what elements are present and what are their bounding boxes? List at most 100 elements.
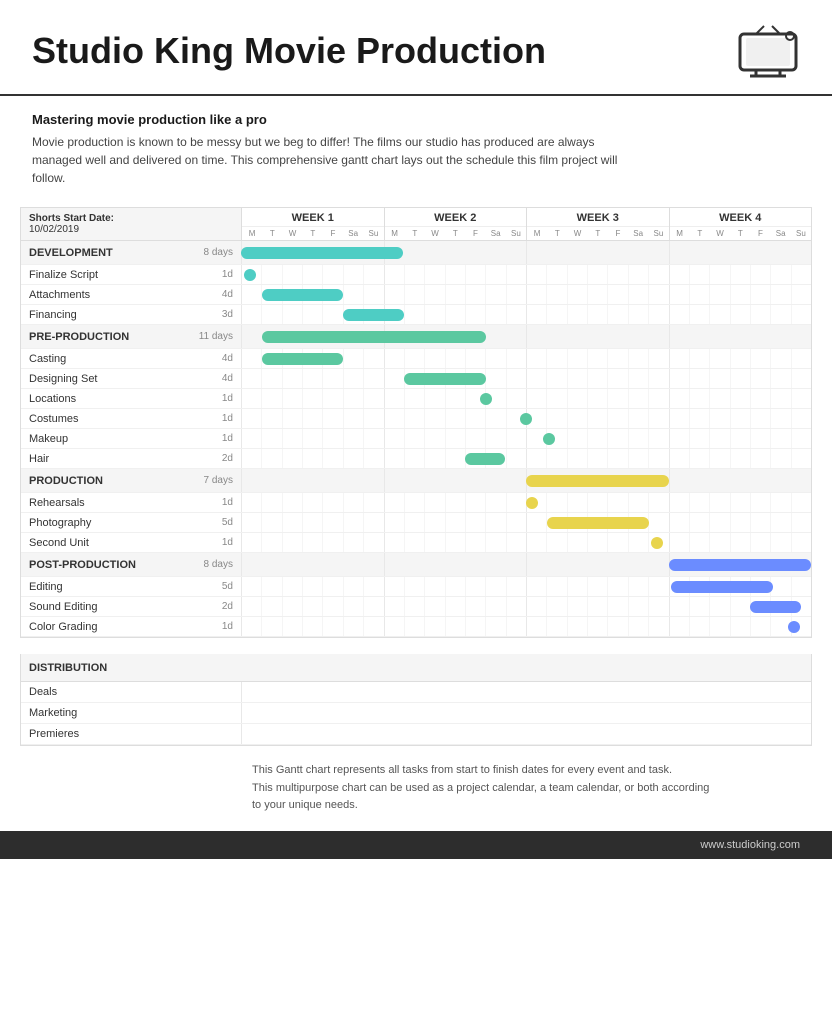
dot-rehearsals (526, 497, 538, 509)
task-financing: Financing 3d (21, 305, 811, 325)
dist-premieres-label: Premieres (21, 726, 241, 742)
designing-set-duration: 4d (222, 373, 233, 384)
bar-casting (262, 353, 344, 365)
attachments-duration: 4d (222, 289, 233, 300)
task-second-unit: Second Unit 1d (21, 533, 811, 553)
days-row-1: M T W T F Sa Su (242, 227, 384, 240)
photography-text: Photography (29, 517, 91, 529)
photography-chart (241, 513, 811, 532)
bottom-bar: www.studioking.com (0, 831, 832, 859)
financing-chart (241, 305, 811, 324)
financing-text: Financing (29, 309, 77, 321)
editing-text: Editing (29, 581, 63, 593)
attachments-text: Attachments (29, 289, 90, 301)
day-w1: W (282, 229, 302, 238)
task-attachments: Attachments 4d (21, 285, 811, 305)
dist-task-premieres: Premieres (21, 724, 811, 745)
section-pre-production: PRE-PRODUCTION 11 days (21, 325, 811, 349)
task-editing-label: Editing 5d (21, 577, 241, 596)
section-post-production-label: POST-PRODUCTION 8 days (21, 553, 241, 576)
dist-premieres-chart (241, 724, 811, 744)
task-hair: Hair 2d (21, 449, 811, 469)
week-label-1: WEEK 1 (242, 208, 384, 227)
section-development-duration: 8 days (204, 247, 233, 258)
week-block-1: WEEK 1 M T W T F Sa Su (241, 208, 384, 240)
production-duration: 7 days (204, 475, 233, 486)
production-chart (241, 469, 811, 492)
task-attachments-label: Attachments 4d (21, 285, 241, 304)
task-rehearsals-label: Rehearsals 1d (21, 493, 241, 512)
hair-chart (241, 449, 811, 468)
rehearsals-duration: 1d (222, 497, 233, 508)
day-t1: T (262, 229, 282, 238)
bar-attachments (262, 289, 344, 301)
weeks-area: WEEK 1 M T W T F Sa Su WEEK 2 M (241, 208, 811, 240)
designing-set-text: Designing Set (29, 373, 98, 385)
subtitle-section: Mastering movie production like a pro Mo… (0, 96, 832, 199)
post-production-duration: 8 days (204, 559, 233, 570)
attachments-chart (241, 285, 811, 304)
section-development: DEVELOPMENT 8 days (21, 241, 811, 265)
day-th1: T (303, 229, 323, 238)
dot-makeup (543, 433, 555, 445)
page-wrapper: Studio King Movie Production Mastering m… (0, 0, 832, 859)
financing-duration: 3d (222, 309, 233, 320)
bar-production (526, 475, 669, 487)
distribution-label: DISTRIBUTION (21, 658, 241, 678)
bar-sound-editing (750, 601, 801, 613)
color-grading-text: Color Grading (29, 621, 97, 633)
bar-editing (671, 581, 773, 593)
photography-duration: 5d (222, 517, 233, 528)
dist-task-marketing: Marketing (21, 703, 811, 724)
header-label-col: Shorts Start Date: 10/02/2019 (21, 208, 241, 240)
finalize-script-duration: 1d (222, 269, 233, 280)
locations-duration: 1d (222, 393, 233, 404)
header: Studio King Movie Production (0, 0, 832, 96)
task-hair-label: Hair 2d (21, 449, 241, 468)
bar-post-production (669, 559, 812, 571)
task-photography-label: Photography 5d (21, 513, 241, 532)
task-color-grading-label: Color Grading 1d (21, 617, 241, 636)
post-production-chart (241, 553, 811, 576)
start-date-value: 10/02/2019 (29, 224, 233, 235)
casting-duration: 4d (222, 353, 233, 364)
dot-second-unit (651, 537, 663, 549)
week-label-3: WEEK 3 (527, 208, 669, 227)
second-unit-duration: 1d (222, 537, 233, 548)
costumes-chart (241, 409, 811, 428)
task-casting-label: Casting 4d (21, 349, 241, 368)
task-costumes-label: Costumes 1d (21, 409, 241, 428)
bar-financing (343, 309, 404, 321)
second-unit-chart (241, 533, 811, 552)
task-second-unit-label: Second Unit 1d (21, 533, 241, 552)
sound-editing-chart (241, 597, 811, 616)
bar-hair (465, 453, 505, 465)
days-row-4: M T W T F Sa Su (670, 227, 812, 240)
week-block-3: WEEK 3 M T W T F Sa Su (526, 208, 669, 240)
section-development-chart (241, 241, 811, 264)
section-post-production: POST-PRODUCTION 8 days (21, 553, 811, 577)
week-block-2: WEEK 2 M T W T F Sa Su (384, 208, 527, 240)
locations-text: Locations (29, 393, 76, 405)
rehearsals-chart (241, 493, 811, 512)
pre-production-chart (241, 325, 811, 348)
task-designing-set-label: Designing Set 4d (21, 369, 241, 388)
pre-production-text: PRE-PRODUCTION (29, 331, 129, 343)
dist-deals-chart (241, 682, 811, 702)
color-grading-duration: 1d (222, 621, 233, 632)
color-grading-chart (241, 617, 811, 636)
section-development-label: DEVELOPMENT 8 days (21, 241, 241, 264)
editing-duration: 5d (222, 581, 233, 592)
task-color-grading: Color Grading 1d (21, 617, 811, 637)
dot-locations (480, 393, 492, 405)
subtitle-heading: Mastering movie production like a pro (32, 112, 800, 127)
finalize-script-chart (241, 265, 811, 284)
week-label-4: WEEK 4 (670, 208, 812, 227)
start-date-label: Shorts Start Date: (29, 213, 233, 224)
hair-text: Hair (29, 453, 49, 465)
makeup-chart (241, 429, 811, 448)
task-financing-label: Financing 3d (21, 305, 241, 324)
task-locations-label: Locations 1d (21, 389, 241, 408)
locations-chart (241, 389, 811, 408)
costumes-duration: 1d (222, 413, 233, 424)
